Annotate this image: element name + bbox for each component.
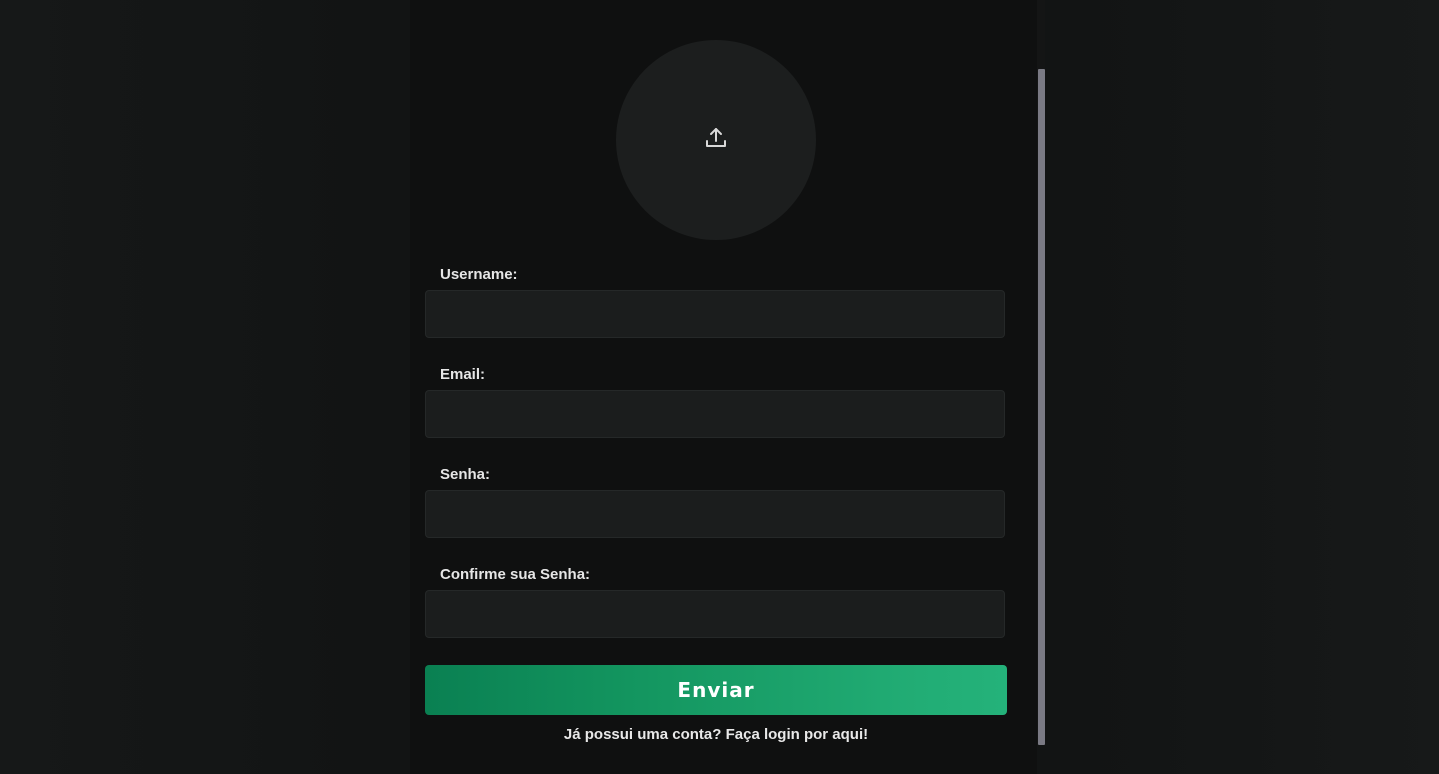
password-input[interactable] (425, 490, 1005, 538)
confirm-password-input[interactable] (425, 590, 1005, 638)
email-label: Email: (440, 366, 486, 383)
password-label: Senha: (440, 466, 491, 483)
submit-button[interactable]: Enviar (425, 665, 1007, 715)
scrollbar-thumb[interactable] (1038, 69, 1045, 745)
upload-icon (704, 126, 728, 155)
email-input[interactable] (425, 390, 1005, 438)
avatar-upload-button[interactable] (616, 40, 816, 240)
login-link[interactable]: Já possui uma conta? Faça login por aqui… (425, 726, 1007, 743)
username-input[interactable] (425, 290, 1005, 338)
confirm-password-label: Confirme sua Senha: (440, 566, 591, 583)
username-label: Username: (440, 266, 518, 283)
